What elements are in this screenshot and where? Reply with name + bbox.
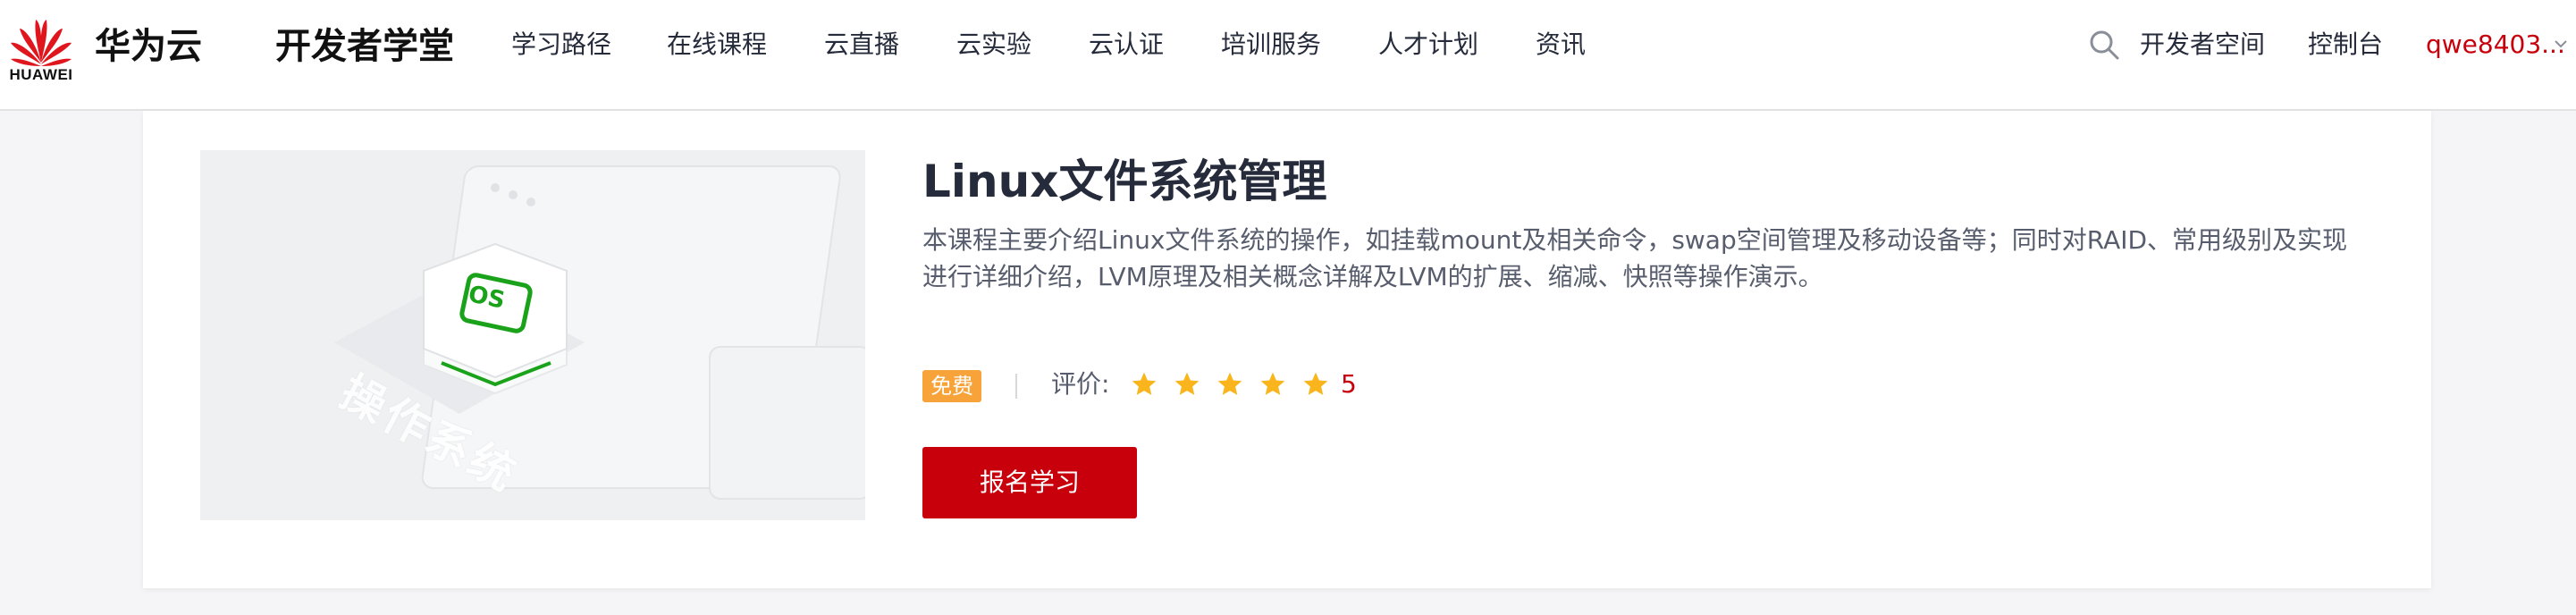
nav-item-news[interactable]: 资讯 <box>1536 27 1586 63</box>
star-icon <box>1132 372 1157 395</box>
nav-item-live[interactable]: 云直播 <box>824 27 899 63</box>
search-icon[interactable] <box>2088 29 2120 61</box>
nav-item-learning-path[interactable]: 学习路径 <box>511 27 611 63</box>
user-menu[interactable]: qwe8403... <box>2426 27 2565 63</box>
nav-item-labs[interactable]: 云实验 <box>956 27 1031 63</box>
enroll-button[interactable]: 报名学习 <box>922 447 1137 518</box>
star-icon <box>1260 372 1285 395</box>
star-icon <box>1303 372 1328 395</box>
course-title: Linux文件系统管理 <box>922 156 1327 207</box>
chevron-down-icon[interactable] <box>2553 38 2569 50</box>
cover-illustration <box>200 150 865 520</box>
nav-item-certification[interactable]: 云认证 <box>1089 27 1164 63</box>
developer-space-link[interactable]: 开发者空间 <box>2140 27 2265 63</box>
price-badge: 免费 <box>922 370 981 402</box>
top-header: HUAWEI 华为云 开发者学堂 学习路径 在线课程 云直播 云实验 云认证 培… <box>0 0 2576 111</box>
course-card: OS 操作系统 Linux文件系统管理 本课程主要介绍Linux文件系统的操作，… <box>143 111 2431 588</box>
nav-item-talent[interactable]: 人才计划 <box>1378 27 1478 63</box>
rating-value: 5 <box>1341 369 1357 399</box>
console-link[interactable]: 控制台 <box>2308 27 2383 63</box>
course-description: 本课程主要介绍Linux文件系统的操作，如挂载mount及相关命令，swap空间… <box>922 225 2348 291</box>
divider <box>1015 374 1017 399</box>
rating-label: 评价: <box>1051 369 1110 399</box>
nav-item-online-courses[interactable]: 在线课程 <box>667 27 767 63</box>
course-cover-image: OS 操作系统 <box>200 150 865 520</box>
star-icon <box>1217 372 1242 395</box>
star-icon <box>1174 372 1200 395</box>
nav-item-training[interactable]: 培训服务 <box>1221 27 1321 63</box>
